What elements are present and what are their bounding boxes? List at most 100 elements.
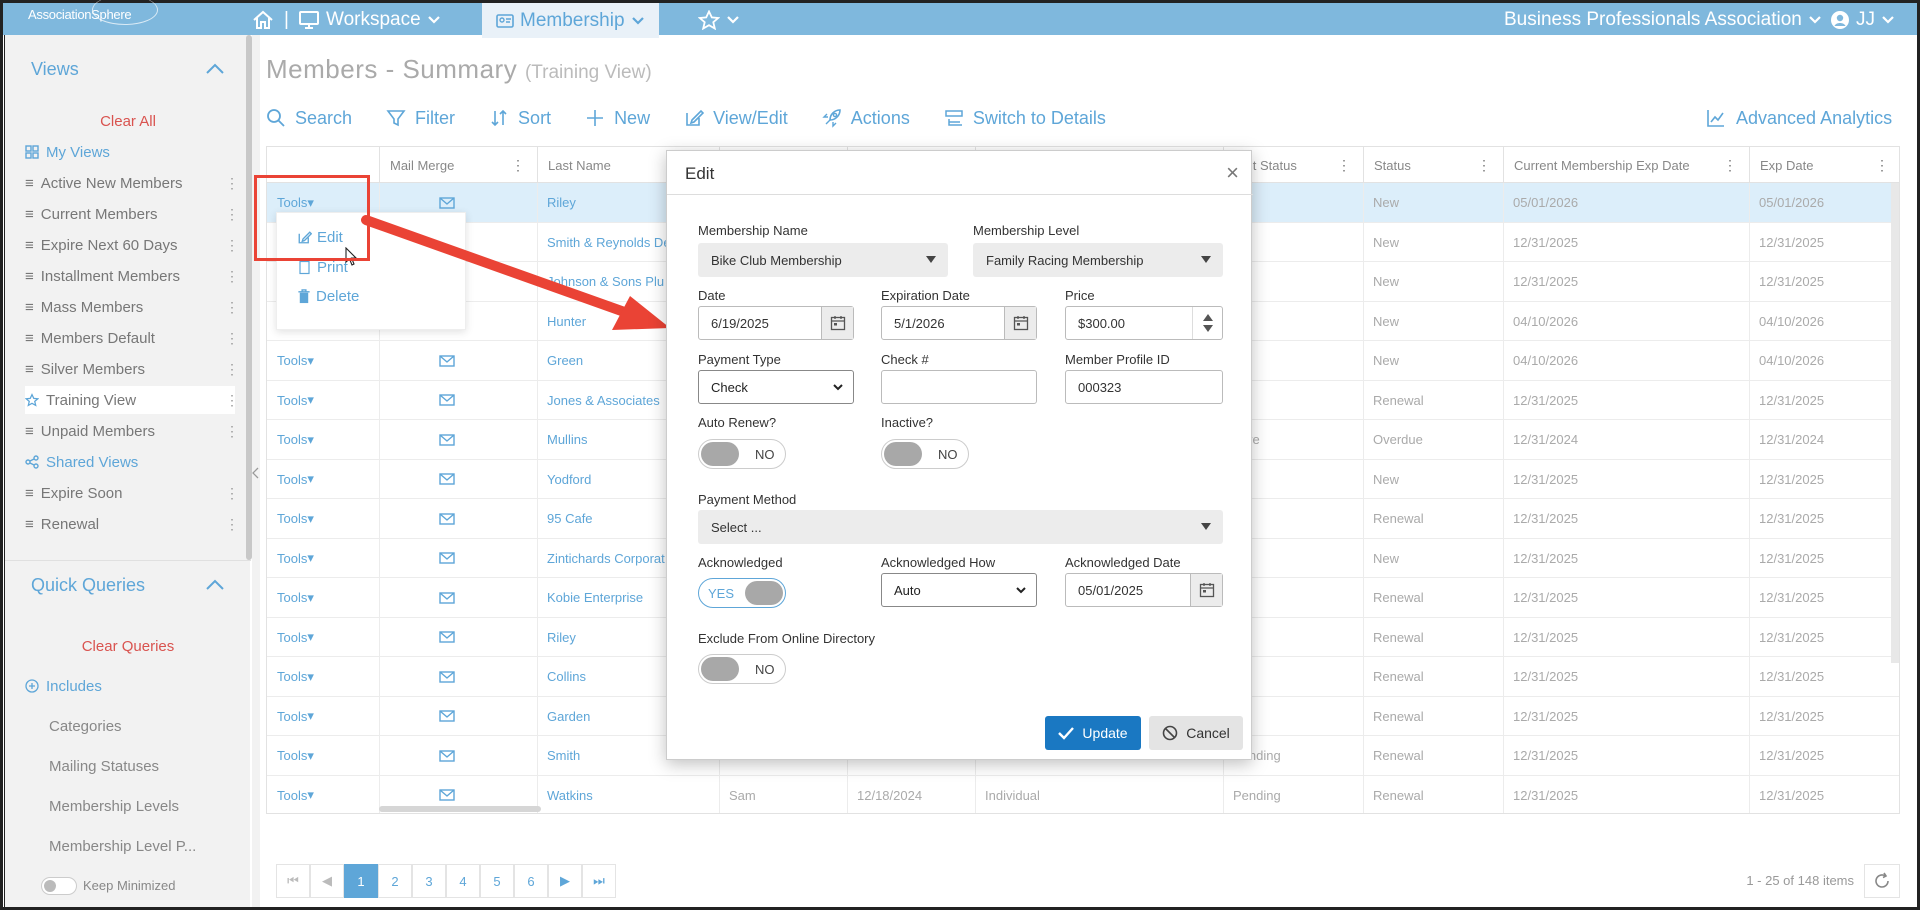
price-input[interactable]: $300.00 xyxy=(1065,306,1223,340)
header-exp-date[interactable]: Exp Date ⋮ xyxy=(1749,147,1899,183)
row-tools-dropdown[interactable]: Tools ▾ xyxy=(267,657,314,696)
switch-to-details-button[interactable]: Switch to Details xyxy=(944,108,1106,129)
kebab-menu-icon[interactable]: ⋮ xyxy=(225,392,239,409)
update-button[interactable]: Update xyxy=(1045,716,1141,750)
page-5-button[interactable]: 5 xyxy=(480,864,514,898)
cell-last[interactable]: Collins xyxy=(537,657,586,696)
kebab-menu-icon[interactable]: ⋮ xyxy=(225,206,239,223)
price-stepper[interactable] xyxy=(1192,307,1222,339)
cell-last[interactable]: Johnson & Sons Plu xyxy=(537,262,664,301)
next-page-button[interactable]: ▶ xyxy=(548,864,582,898)
row-tools-dropdown[interactable]: Tools ▾ xyxy=(267,499,314,538)
sidebar-item-training-view[interactable]: Training View ⋮ xyxy=(25,386,239,414)
kebab-menu-icon[interactable]: ⋮ xyxy=(225,485,239,502)
kebab-menu-icon[interactable]: ⋮ xyxy=(225,175,239,192)
chevron-up-icon[interactable] xyxy=(205,579,225,591)
row-tools-dropdown[interactable]: Tools ▾ xyxy=(267,420,314,459)
chevron-left-icon[interactable] xyxy=(252,467,260,479)
new-button[interactable]: New xyxy=(585,108,650,129)
kebab-menu-icon[interactable]: ⋮ xyxy=(225,361,239,378)
sidebar-item-silver-members[interactable]: ≡ Silver Members ⋮ xyxy=(25,355,239,383)
advanced-analytics-button[interactable]: Advanced Analytics xyxy=(1706,100,1892,136)
membership-level-select[interactable]: Family Racing Membership xyxy=(973,243,1223,277)
page-6-button[interactable]: 6 xyxy=(514,864,548,898)
mail-merge-cell[interactable] xyxy=(379,736,455,775)
row-tools-dropdown[interactable]: Tools ▾ xyxy=(267,736,314,775)
header-status[interactable]: Status ⋮ xyxy=(1363,147,1503,183)
sidebar-scrollbar[interactable] xyxy=(246,35,252,560)
payment-method-select[interactable]: Select ... xyxy=(698,510,1223,544)
mail-merge-cell[interactable] xyxy=(379,578,455,617)
kebab-menu-icon[interactable]: ⋮ xyxy=(225,237,239,254)
kebab-menu-icon[interactable]: ⋮ xyxy=(225,299,239,316)
favorites-menu[interactable] xyxy=(698,5,740,35)
acknowledged-date-input[interactable]: 05/01/2025 xyxy=(1065,573,1223,607)
cell-last[interactable]: Mullins xyxy=(537,420,587,459)
expiration-date-input[interactable]: 5/1/2026 xyxy=(881,306,1037,340)
calendar-icon[interactable] xyxy=(821,307,853,339)
row-tools-dropdown[interactable]: Tools ▾ xyxy=(267,618,314,657)
sort-button[interactable]: Sort xyxy=(489,108,551,129)
query-mailing-statuses[interactable]: Mailing Statuses xyxy=(49,758,159,775)
mail-merge-cell[interactable] xyxy=(379,697,455,736)
cancel-button[interactable]: Cancel xyxy=(1149,716,1243,750)
kebab-menu-icon[interactable]: ⋮ xyxy=(1875,157,1889,174)
row-tools-dropdown[interactable]: Tools ▾ xyxy=(267,381,314,420)
shared-views-link[interactable]: Shared Views xyxy=(25,448,235,476)
cell-last[interactable]: Riley xyxy=(537,618,576,657)
filter-button[interactable]: Filter xyxy=(386,108,455,129)
row-tools-dropdown[interactable]: Tools ▾ xyxy=(267,341,314,380)
date-input[interactable]: 6/19/2025 xyxy=(698,306,854,340)
sidebar-item-renewal[interactable]: ≡ Renewal ⋮ xyxy=(25,510,239,538)
cell-last[interactable]: Smith xyxy=(537,736,580,775)
clear-all-link[interactable]: Clear All xyxy=(5,113,251,130)
triangle-down-icon[interactable] xyxy=(1202,325,1213,332)
page-2-button[interactable]: 2 xyxy=(378,864,412,898)
kebab-menu-icon[interactable]: ⋮ xyxy=(1723,157,1737,174)
auto-renew-toggle[interactable]: NO xyxy=(698,439,786,469)
cell-last[interactable]: Kobie Enterprise xyxy=(537,578,643,617)
refresh-button[interactable] xyxy=(1864,864,1900,898)
query-membership-levels[interactable]: Membership Levels xyxy=(49,798,179,815)
calendar-icon[interactable] xyxy=(1190,574,1222,606)
mail-merge-cell[interactable] xyxy=(379,420,455,459)
clear-queries-link[interactable]: Clear Queries xyxy=(5,638,251,655)
row-tools-dropdown[interactable]: Tools ▾ xyxy=(267,578,314,617)
view-edit-button[interactable]: View/Edit xyxy=(684,108,788,129)
cell-last[interactable]: Jones & Associates xyxy=(537,381,660,420)
prev-page-button[interactable]: ◀ xyxy=(310,864,344,898)
cell-last[interactable]: Zintichards Corporat xyxy=(537,539,665,578)
exclude-directory-toggle[interactable]: NO xyxy=(698,654,786,684)
quick-queries-title[interactable]: Quick Queries xyxy=(31,575,145,596)
sidebar-item-current-members[interactable]: ≡ Current Members ⋮ xyxy=(25,200,239,228)
actions-button[interactable]: Actions xyxy=(822,108,910,129)
kebab-menu-icon[interactable]: ⋮ xyxy=(225,268,239,285)
sidebar-item-active-new-members[interactable]: ≡ Active New Members ⋮ xyxy=(25,169,239,197)
close-icon[interactable]: × xyxy=(1226,160,1239,186)
my-views-link[interactable]: My Views xyxy=(25,138,235,166)
mail-merge-cell[interactable] xyxy=(379,539,455,578)
acknowledged-toggle[interactable]: YES xyxy=(698,578,786,608)
workspace-menu[interactable]: Workspace xyxy=(298,5,441,35)
cell-last[interactable]: Riley xyxy=(537,183,576,222)
inactive-toggle[interactable]: NO xyxy=(881,439,969,469)
views-section-title[interactable]: Views xyxy=(31,59,79,80)
kebab-menu-icon[interactable]: ⋮ xyxy=(225,330,239,347)
cell-last[interactable]: Garden xyxy=(537,697,590,736)
keep-minimized-toggle[interactable] xyxy=(41,877,77,895)
search-button[interactable]: Search xyxy=(266,108,352,129)
row-tools-dropdown[interactable]: Tools ▾ xyxy=(267,776,314,814)
member-profile-id-input[interactable]: 000323 xyxy=(1065,370,1223,404)
kebab-menu-icon[interactable]: ⋮ xyxy=(511,157,525,174)
sidebar-item-mass-members[interactable]: ≡ Mass Members ⋮ xyxy=(25,293,239,321)
payment-type-select[interactable]: Check xyxy=(698,370,854,404)
kebab-menu-icon[interactable]: ⋮ xyxy=(1337,157,1351,174)
page-3-button[interactable]: 3 xyxy=(412,864,446,898)
cell-last[interactable]: Hunter xyxy=(537,302,586,341)
grid-horizontal-scrollbar[interactable] xyxy=(379,806,541,812)
query-membership-level-p[interactable]: Membership Level P... xyxy=(49,838,196,855)
row-tools-dropdown[interactable]: Tools ▾ xyxy=(267,539,314,578)
organization-menu[interactable]: Business Professionals Association xyxy=(1504,5,1822,35)
cell-last[interactable]: 95 Cafe xyxy=(537,499,593,538)
sidebar-item-unpaid-members[interactable]: ≡ Unpaid Members ⋮ xyxy=(25,417,239,445)
